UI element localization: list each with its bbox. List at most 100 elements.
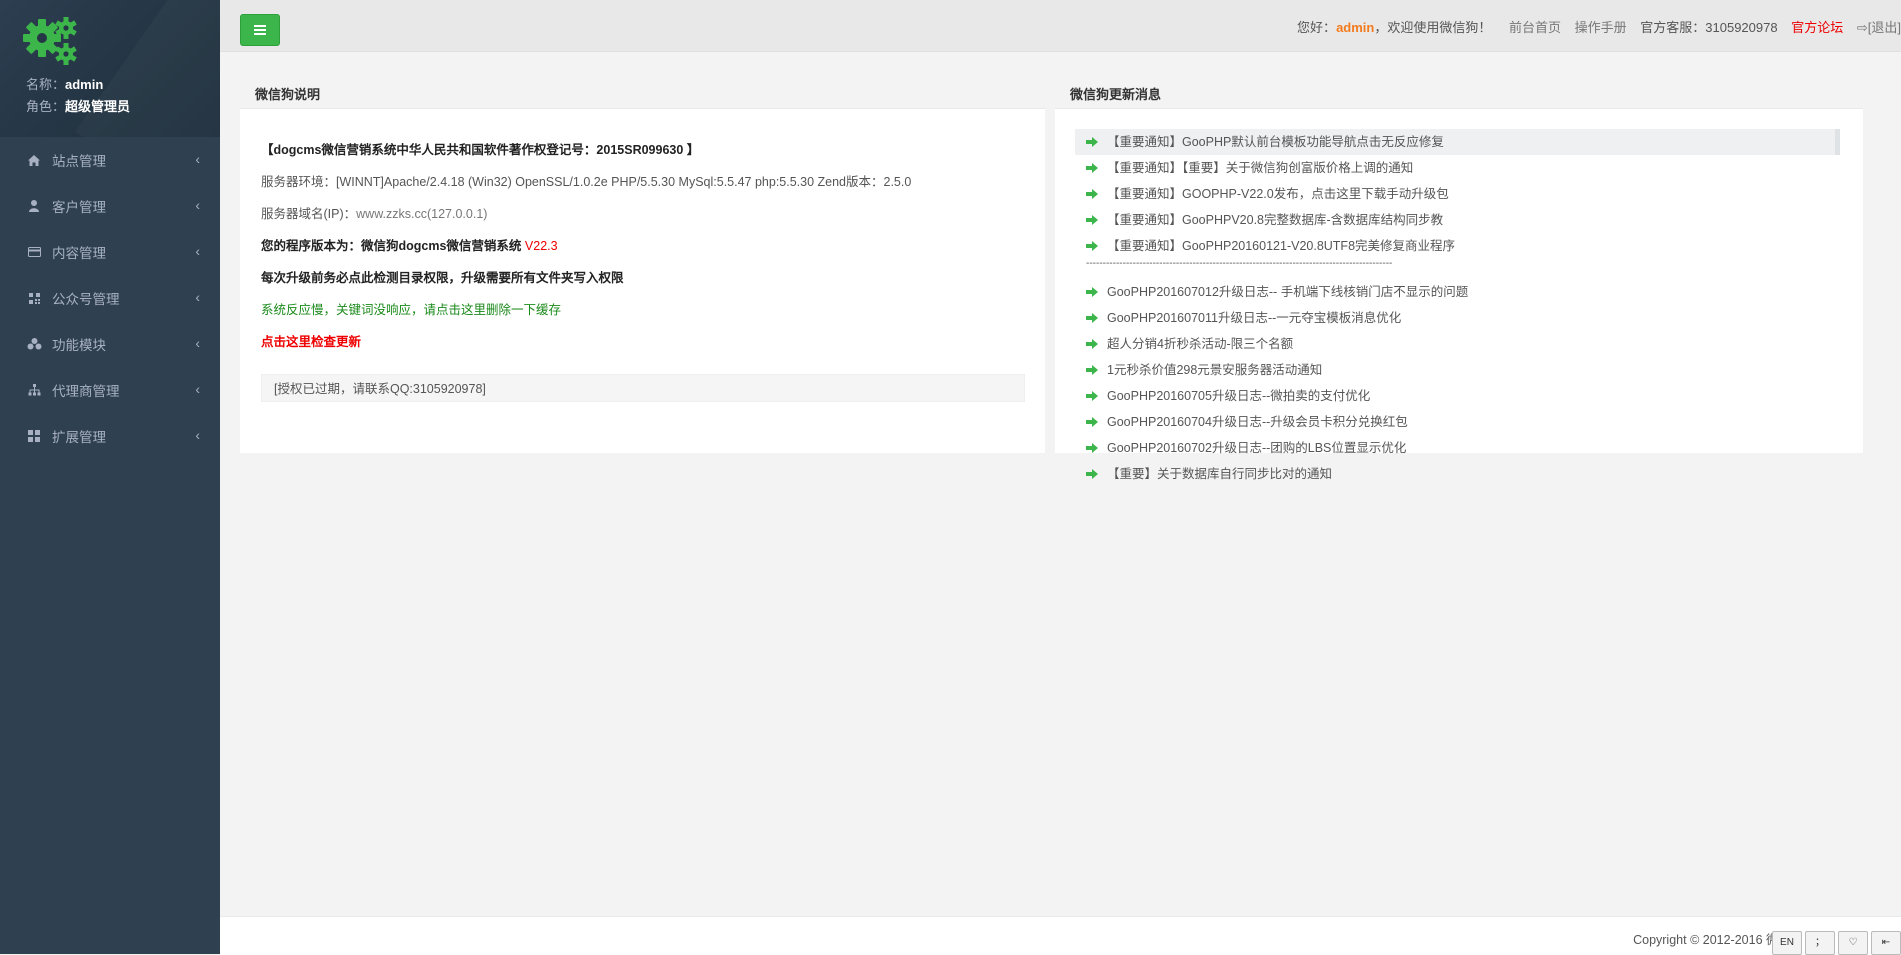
news-item[interactable]: GooPHP201607011升级日志--一元夺宝模板消息优化 bbox=[1075, 305, 1840, 331]
chevron-left-icon: ‹ bbox=[195, 151, 200, 167]
chevron-left-icon: ‹ bbox=[195, 197, 200, 213]
news-item-label: GooPHP201607011升级日志--一元夺宝模板消息优化 bbox=[1107, 311, 1402, 325]
sidebar-item-label: 站点管理 bbox=[52, 154, 106, 169]
news-item-label: GooPHP20160702升级日志--团购的LBS位置显示优化 bbox=[1107, 441, 1407, 455]
chevron-left-icon: ‹ bbox=[195, 243, 200, 259]
news-item-label: 【重要通知】GooPHPV20.8完整数据库-含数据库结构同步教 bbox=[1107, 213, 1444, 227]
news-item[interactable]: 【重要】关于数据库自行同步比对的通知 bbox=[1075, 461, 1840, 487]
copyright-registration: 【dogcms微信营销系统中华人民共和国软件著作权登记号：2015SR09963… bbox=[261, 143, 700, 157]
news-item[interactable]: 超人分销4折秒杀活动-限三个名额 bbox=[1075, 331, 1840, 357]
gears-logo-icon bbox=[23, 17, 77, 65]
arrow-right-icon bbox=[1086, 215, 1098, 225]
news-item[interactable]: 【重要通知】GooPHPV20.8完整数据库-含数据库结构同步教 bbox=[1075, 207, 1840, 233]
home-icon bbox=[26, 153, 42, 167]
ime-toolbar: EN ； ♡ ⇤ bbox=[1769, 931, 1901, 955]
sidebar-item-content[interactable]: 内容管理 ‹ bbox=[0, 229, 220, 275]
front-home-link[interactable]: 前台首页 bbox=[1509, 20, 1561, 35]
manual-link[interactable]: 操作手册 bbox=[1575, 20, 1627, 35]
check-update-link[interactable]: 点击这里检查更新 bbox=[261, 331, 361, 350]
sidebar-item-site[interactable]: 站点管理 ‹ bbox=[0, 137, 220, 183]
user-icon bbox=[26, 199, 42, 213]
profile-name: 名称：admin bbox=[26, 74, 103, 93]
ime-heart-button[interactable]: ♡ bbox=[1838, 931, 1868, 955]
footer: Copyright © 2012-2016 微信 EN ； ♡ ⇤ bbox=[220, 916, 1901, 955]
check-permissions-link[interactable]: 每次升级前务必点此检测目录权限，升级需要所有文件夹写入权限 bbox=[261, 267, 624, 286]
news-item[interactable]: 1元秒杀价值298元景安服务器活动通知 bbox=[1075, 357, 1840, 383]
news-item[interactable]: 【重要通知】【重要】关于微信狗创富版价格上调的通知 bbox=[1075, 155, 1840, 181]
current-user: admin bbox=[1336, 20, 1375, 35]
news-item-label: 超人分销4折秒杀活动-限三个名额 bbox=[1107, 337, 1294, 351]
sidebar-item-label: 功能模块 bbox=[52, 338, 106, 353]
sidebar-nav: 站点管理 ‹ 客户管理 ‹ 内容管理 ‹ 公众号管理 ‹ 功能模块 ‹ 代理商管… bbox=[0, 137, 220, 459]
role-value: 超级管理员 bbox=[65, 99, 131, 114]
sidebar-item-customer[interactable]: 客户管理 ‹ bbox=[0, 183, 220, 229]
copyright-text: Copyright © 2012-2016 微信 bbox=[1633, 933, 1791, 947]
version-line: 您的程序版本为：微信狗dogcms微信营销系统 V22.3 bbox=[261, 235, 558, 254]
chevron-left-icon: ‹ bbox=[195, 335, 200, 351]
chevron-left-icon: ‹ bbox=[195, 381, 200, 397]
server-environment: 服务器环境：[WINNT]Apache/2.4.18 (Win32) OpenS… bbox=[261, 175, 912, 189]
arrow-right-icon bbox=[1086, 241, 1098, 251]
news-item-label: GooPHP20160704升级日志--升级会员卡积分兑换红包 bbox=[1107, 415, 1408, 429]
news-item[interactable]: GooPHP20160702升级日志--团购的LBS位置显示优化 bbox=[1075, 435, 1840, 461]
arrow-right-icon bbox=[1086, 391, 1098, 401]
version-value: V22.3 bbox=[524, 239, 558, 253]
sidebar-item-official-account[interactable]: 公众号管理 ‹ bbox=[0, 275, 220, 321]
sidebar-item-modules[interactable]: 功能模块 ‹ bbox=[0, 321, 220, 367]
version-label: 您的程序版本为：微信狗dogcms微信营销系统 bbox=[261, 239, 525, 253]
ime-punct-button[interactable]: ； bbox=[1805, 931, 1835, 955]
arrow-right-icon bbox=[1086, 417, 1098, 427]
logout-label: [退出] bbox=[1867, 20, 1901, 35]
news-item-label: 【重要通知】GooPHP20160121-V20.8UTF8完美修复商业程序 bbox=[1107, 239, 1456, 253]
profile-area: 名称：admin 角色：超级管理员 bbox=[0, 0, 220, 137]
arrow-right-icon bbox=[1086, 163, 1098, 173]
arrow-right-icon bbox=[1086, 365, 1098, 375]
name-label: 名称： bbox=[26, 77, 66, 92]
sidebar: 名称：admin 角色：超级管理员 站点管理 ‹ 客户管理 ‹ 内容管理 ‹ 公… bbox=[0, 0, 220, 954]
arrow-right-icon bbox=[1086, 313, 1098, 323]
news-item-label: 【重要通知】GOOPHP-V22.0发布，点击这里下载手动升级包 bbox=[1107, 187, 1449, 201]
sidebar-item-label: 公众号管理 bbox=[52, 292, 120, 307]
sidebar-item-extensions[interactable]: 扩展管理 ‹ bbox=[0, 413, 220, 459]
news-item-label: 【重要通知】GooPHP默认前台模板功能导航点击无反应修复 bbox=[1107, 135, 1444, 149]
news-item-label: GooPHP20160705升级日志--微拍卖的支付优化 bbox=[1107, 389, 1371, 403]
clear-cache-link[interactable]: 系统反应慢，关键词没响应，请点击这里删除一下缓存 bbox=[261, 299, 561, 318]
news-item-label: GooPHP201607012升级日志-- 手机端下线核销门店不显示的问题 bbox=[1107, 285, 1469, 299]
logout-link[interactable]: ⇨[退出] bbox=[1857, 20, 1901, 35]
ime-collapse-button[interactable]: ⇤ bbox=[1871, 931, 1901, 955]
qrcode-icon bbox=[26, 291, 42, 305]
sidebar-item-label: 扩展管理 bbox=[52, 430, 106, 445]
news-list: 【重要通知】GooPHP默认前台模板功能导航点击无反应修复 【重要通知】【重要】… bbox=[1075, 129, 1840, 487]
news-item[interactable]: GooPHP20160704升级日志--升级会员卡积分兑换红包 bbox=[1075, 409, 1840, 435]
menu-toggle-button[interactable] bbox=[240, 14, 280, 46]
sidebar-item-label: 代理商管理 bbox=[52, 384, 120, 399]
news-item[interactable]: GooPHP201607012升级日志-- 手机端下线核销门店不显示的问题 bbox=[1075, 279, 1840, 305]
server-domain-line: 服务器域名(IP)：www.zzks.cc(127.0.0.1) bbox=[261, 203, 487, 222]
news-item[interactable]: 【重要通知】GOOPHP-V22.0发布，点击这里下载手动升级包 bbox=[1075, 181, 1840, 207]
ime-lang-button[interactable]: EN bbox=[1772, 931, 1802, 955]
card-icon bbox=[26, 245, 42, 259]
arrow-right-icon bbox=[1086, 189, 1098, 199]
arrow-right-icon bbox=[1086, 287, 1098, 297]
arrow-right-icon bbox=[1086, 469, 1098, 479]
news-item[interactable]: GooPHP20160705升级日志--微拍卖的支付优化 bbox=[1075, 383, 1840, 409]
left-panel-title: 微信狗说明 bbox=[255, 87, 321, 102]
right-panel-title: 微信狗更新消息 bbox=[1070, 87, 1162, 102]
sidebar-item-label: 内容管理 bbox=[52, 246, 106, 261]
server-domain-value: www.zzks.cc(127.0.0.1) bbox=[356, 207, 488, 221]
news-item-label: 【重要】关于数据库自行同步比对的通知 bbox=[1107, 467, 1333, 481]
name-value: admin bbox=[65, 77, 104, 92]
news-item[interactable]: 【重要通知】GooPHP20160121-V20.8UTF8完美修复商业程序 bbox=[1075, 233, 1840, 259]
greeting-text: 您好： bbox=[1297, 20, 1337, 35]
grid-icon bbox=[26, 429, 42, 443]
logout-icon: ⇨ bbox=[1856, 20, 1868, 35]
server-domain-label: 服务器域名(IP)： bbox=[261, 207, 357, 221]
top-navbar: 您好：admin，欢迎使用微信狗！ 前台首页 操作手册 官方客服：3105920… bbox=[220, 0, 1901, 52]
forum-link[interactable]: 官方论坛 bbox=[1791, 20, 1843, 35]
news-item-label: 1元秒杀价值298元景安服务器活动通知 bbox=[1107, 363, 1323, 377]
sidebar-item-agents[interactable]: 代理商管理 ‹ bbox=[0, 367, 220, 413]
arrow-right-icon bbox=[1086, 339, 1098, 349]
news-item[interactable]: 【重要通知】GooPHP默认前台模板功能导航点击无反应修复 bbox=[1075, 129, 1840, 155]
news-item-label: 【重要通知】【重要】关于微信狗创富版价格上调的通知 bbox=[1107, 161, 1414, 175]
chevron-left-icon: ‹ bbox=[195, 427, 200, 443]
